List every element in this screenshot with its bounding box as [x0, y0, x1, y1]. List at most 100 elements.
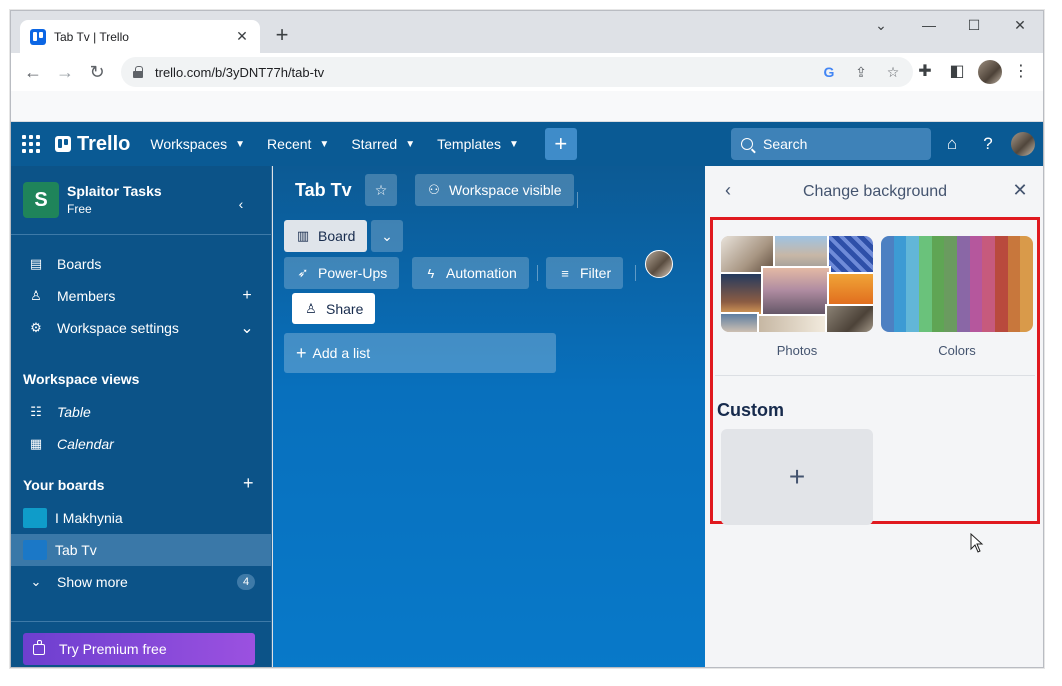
board-view-icon: ▥ [296, 228, 310, 243]
color-swatch [906, 236, 920, 332]
sidebar-item-label: Members [57, 288, 116, 304]
automation-label: Automation [446, 265, 517, 281]
trello-logo-text: Trello [77, 132, 131, 155]
gear-icon: ⚙ [30, 320, 42, 335]
trello-logo[interactable]: Trello [55, 133, 130, 156]
filter-icon: ≡ [561, 265, 569, 281]
your-boards-heading: Your boards [23, 477, 105, 493]
add-list-button[interactable]: + Add a list [284, 333, 556, 373]
workspace-name: Splaitor Tasks [67, 183, 162, 199]
nav-templates[interactable]: Templates ▼ [437, 136, 519, 152]
sidebar-board-tab-tv[interactable]: Tab Tv [11, 534, 271, 566]
filter-button[interactable]: ≡ Filter [546, 257, 624, 289]
pattern-photo [827, 236, 873, 274]
side-panel-icon[interactable]: ◧ [945, 61, 969, 81]
share-page-icon[interactable]: ⇪ [853, 64, 869, 81]
reload-icon[interactable]: ↻ [85, 61, 109, 83]
van-photo [827, 272, 873, 308]
workspace-header[interactable]: S Splaitor Tasks Free [23, 182, 162, 218]
sidebar-item-members[interactable]: ♙ Members + [11, 280, 271, 312]
search-placeholder: Search [763, 136, 808, 152]
minimize-icon[interactable]: — [914, 17, 944, 33]
new-tab-icon[interactable]: + [270, 24, 294, 46]
browser-toolbar: ← → ↻ trello.com/b/3yDNT77h/tab-tv G ⇪ ☆… [11, 53, 1043, 91]
filter-label: Filter [580, 265, 612, 281]
try-premium-button[interactable]: Try Premium free [23, 633, 255, 665]
photos-option[interactable] [721, 236, 873, 332]
help-icon[interactable]: ? [977, 134, 999, 154]
cat-photo [825, 304, 873, 332]
notification-bell-icon[interactable]: ⌂ [941, 134, 963, 154]
maximize-icon[interactable]: ☐ [959, 17, 989, 34]
board-view-button[interactable]: ▥ Board [284, 220, 368, 252]
search-icon [741, 138, 753, 150]
search-input[interactable]: Search [731, 128, 931, 160]
nav-workspaces[interactable]: Workspaces ▼ [150, 136, 245, 152]
window-close-icon[interactable]: ✕ [1005, 17, 1035, 34]
divider [577, 192, 578, 208]
extensions-puzzle-icon[interactable]: ✚ [913, 61, 937, 81]
nav-recent[interactable]: Recent ▼ [267, 136, 329, 152]
board-color-swatch [23, 540, 47, 560]
chevron-down-icon[interactable]: ⌄ [239, 318, 255, 338]
address-bar[interactable]: trello.com/b/3yDNT77h/tab-tv G ⇪ ☆ [121, 57, 913, 87]
tab-close-icon[interactable]: ✕ [234, 28, 250, 45]
nav-label: Workspaces [150, 136, 228, 152]
color-swatch [893, 236, 907, 332]
create-button[interactable]: + [544, 128, 577, 160]
sidebar-item-workspace-settings[interactable]: ⚙ Workspace settings ⌄ [11, 312, 271, 344]
workspace-plan: Free [67, 202, 92, 216]
app-switcher-icon[interactable] [19, 132, 43, 156]
browser-tab[interactable]: Tab Tv | Trello ✕ [20, 20, 260, 53]
forward-arrow-icon[interactable]: → [53, 61, 77, 83]
url-text[interactable]: trello.com/b/3yDNT77h/tab-tv [155, 65, 805, 80]
interior-photo [757, 314, 829, 332]
color-swatch [931, 236, 945, 332]
show-more-count-badge: 4 [237, 574, 255, 590]
color-swatch [982, 236, 996, 332]
back-arrow-icon[interactable]: ← [21, 61, 45, 83]
power-ups-label: Power-Ups [318, 265, 388, 281]
google-lens-icon[interactable]: G [821, 64, 837, 80]
views-dropdown-button[interactable]: ⌄ [371, 220, 403, 252]
board-title[interactable]: Tab Tv [295, 180, 352, 201]
show-more-label: Show more [57, 574, 128, 590]
nav-starred[interactable]: Starred ▼ [351, 136, 415, 152]
board-canvas: Tab Tv ☆ ⚇ Workspace visible ▥ Board ⌄ ➶… [273, 166, 705, 667]
change-background-panel: ‹ Change background ✕ Photos Colors Cust… [705, 166, 1043, 667]
panel-title: Change background [802, 183, 948, 200]
chevron-down-icon: ⌄ [381, 227, 393, 244]
add-custom-background-button[interactable]: + [721, 429, 873, 525]
member-avatar[interactable] [645, 250, 673, 278]
share-button[interactable]: ♙ Share [292, 293, 376, 324]
account-avatar[interactable] [1011, 132, 1035, 156]
photos-collage [721, 236, 873, 332]
star-board-button[interactable]: ☆ [365, 174, 397, 206]
show-more-button[interactable]: ⌄ Show more 4 [11, 566, 271, 598]
browser-menu-icon[interactable]: ⋮ [1009, 61, 1033, 81]
sidebar-item-table[interactable]: ☷ Table [11, 396, 271, 428]
board-icon: ▤ [29, 256, 43, 271]
colors-option[interactable] [881, 236, 1033, 332]
collapse-sidebar-icon[interactable]: ‹ [231, 196, 251, 216]
add-board-icon[interactable]: + [243, 473, 254, 494]
power-ups-button[interactable]: ➶ Power-Ups [284, 257, 400, 289]
tab-search-chevron-icon[interactable]: ⌄ [866, 17, 896, 34]
bookmark-star-icon[interactable]: ☆ [885, 64, 901, 81]
sidebar-board-i-makhynia[interactable]: I Makhynia [11, 502, 271, 534]
close-icon[interactable]: ✕ [1011, 180, 1029, 201]
sidebar-item-boards[interactable]: ▤ Boards [11, 248, 271, 280]
trello-header: Trello Workspaces ▼ Recent ▼ Starred ▼ Temp… [11, 122, 1043, 166]
plus-icon: + [296, 342, 307, 363]
add-member-icon[interactable]: + [239, 287, 255, 305]
photos-label: Photos [776, 343, 818, 358]
automation-button[interactable]: ϟ Automation [412, 257, 529, 289]
sidebar-item-calendar[interactable]: ▦ Calendar [11, 428, 271, 460]
landscape-photo [721, 272, 765, 316]
profile-avatar[interactable] [978, 60, 1002, 84]
buildings-photo [773, 236, 829, 270]
visibility-button[interactable]: ⚇ Workspace visible [415, 174, 574, 206]
sea-photo [721, 312, 759, 332]
chevron-down-icon: ⌄ [30, 574, 42, 589]
lock-icon[interactable] [133, 66, 145, 78]
